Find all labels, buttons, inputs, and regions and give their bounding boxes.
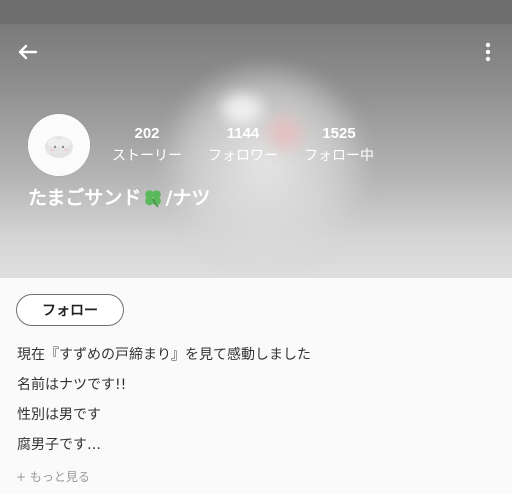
- bio-line: 性別は男です: [17, 407, 101, 423]
- bio-line: 名前はナツです!!: [17, 377, 127, 393]
- more-options-icon[interactable]: [476, 40, 500, 68]
- stat-followers-count: 1144: [226, 125, 260, 142]
- avatar[interactable]: [28, 114, 90, 176]
- four-leaf-clover-icon: [145, 190, 162, 208]
- avatar-image: [28, 114, 90, 176]
- profile-display-name: たまごサンド: [28, 187, 142, 209]
- profile-name-suffix: /ナツ: [165, 187, 211, 209]
- stat-following[interactable]: 1525 フォロー中: [298, 124, 380, 167]
- stat-following-label: フォロー中: [304, 148, 374, 164]
- header-background-highlight: [222, 94, 262, 124]
- show-more-link[interactable]: + もっと見る: [16, 468, 90, 486]
- stat-followers[interactable]: 1144 フォロワー: [201, 124, 285, 167]
- stat-followers-label: フォロワー: [208, 148, 278, 164]
- profile-bio: 現在『すずめの戸締まり』を見て感動しました 名前はナツです!! 性別は男です 腐…: [17, 344, 311, 464]
- stat-stories-count: 202: [134, 125, 160, 142]
- profile-header: 202 ストーリー 1144 フォロワー 1525 フォロー中 たまごサンド /…: [0, 24, 512, 278]
- back-arrow-icon[interactable]: [14, 40, 42, 68]
- profile-name: たまごサンド /ナツ: [28, 185, 210, 211]
- status-bar: [0, 0, 512, 24]
- bio-line: 現在『すずめの戸締まり』を見て感動しました: [17, 347, 311, 363]
- follow-button[interactable]: フォロー: [16, 294, 124, 326]
- stat-stories-label: ストーリー: [112, 148, 182, 164]
- stat-stories[interactable]: 202 ストーリー: [107, 124, 187, 167]
- bio-line: 腐男子です…: [17, 437, 101, 453]
- stat-following-count: 1525: [322, 125, 356, 142]
